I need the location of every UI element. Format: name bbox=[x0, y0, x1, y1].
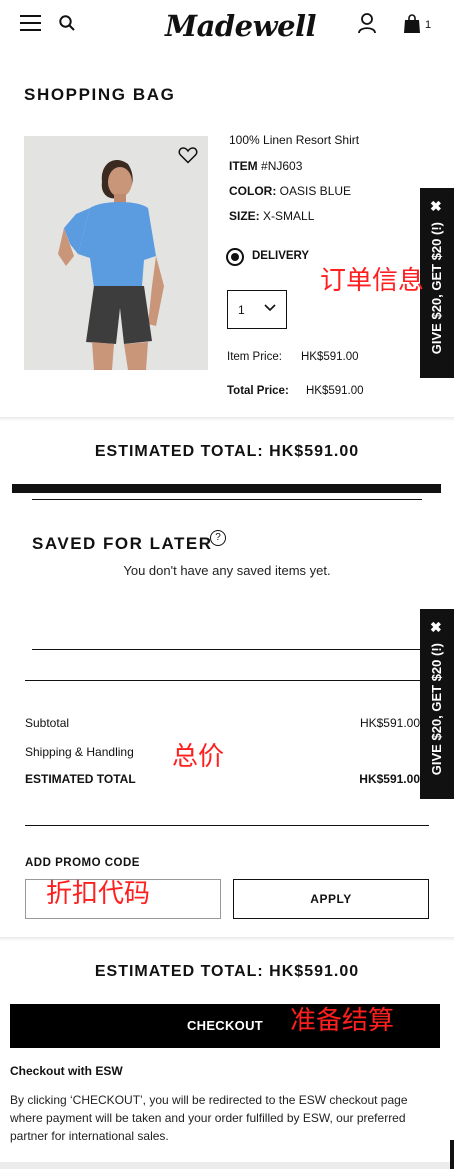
estimated-total-bottom: ESTIMATED TOTAL: HK$591.00 bbox=[94, 963, 360, 980]
product-size: SIZE: X-SMALL bbox=[229, 209, 314, 223]
heart-icon[interactable] bbox=[178, 146, 198, 164]
divider-line bbox=[32, 649, 422, 650]
estimated-total-top: ESTIMATED TOTAL: HK$591.00 bbox=[94, 443, 360, 460]
account-icon[interactable] bbox=[357, 12, 377, 34]
delivery-radio[interactable] bbox=[226, 248, 244, 266]
estimated-total-row: ESTIMATED TOTAL HK$591.00 bbox=[25, 772, 420, 786]
saved-empty-message: You don't have any saved items yet. bbox=[123, 563, 331, 578]
saved-for-later-title: SAVED FOR LATER bbox=[32, 534, 213, 553]
bag-count: 1 bbox=[425, 19, 432, 31]
referral-tab[interactable]: ✖ GIVE $20, GET $20 (!) bbox=[420, 609, 454, 799]
size-label: SIZE: bbox=[229, 209, 260, 223]
scroll-edge bbox=[450, 1140, 454, 1169]
chevron-down-icon bbox=[264, 304, 276, 312]
close-icon[interactable]: ✖ bbox=[430, 619, 442, 636]
subtotal-value: HK$591.00 bbox=[359, 716, 420, 730]
footer-strip bbox=[0, 1162, 454, 1169]
color-label: COLOR: bbox=[229, 184, 277, 198]
help-icon[interactable]: ? bbox=[210, 530, 226, 546]
shopping-bag-icon[interactable] bbox=[403, 14, 421, 34]
item-number: ITEM #NJ603 bbox=[229, 159, 302, 173]
item-price-row: Item Price: HK$591.00 bbox=[227, 351, 359, 363]
annotation-promo: 折扣代码 bbox=[46, 879, 151, 909]
search-icon[interactable] bbox=[58, 14, 76, 32]
quantity-value: 1 bbox=[238, 303, 245, 317]
item-label: ITEM bbox=[229, 159, 258, 173]
promo-code-label: ADD PROMO CODE bbox=[25, 857, 140, 869]
shipping-label: Shipping & Handling bbox=[25, 745, 134, 759]
item-value: #NJ603 bbox=[261, 159, 303, 173]
referral-tab-text[interactable]: GIVE $20, GET $20 (!) bbox=[429, 222, 444, 354]
product-color: COLOR: OASIS BLUE bbox=[229, 184, 351, 198]
estimated-total-value: HK$591.00 bbox=[359, 772, 420, 786]
page-title: SHOPPING BAG bbox=[24, 85, 176, 104]
item-price-value: HK$591.00 bbox=[301, 351, 359, 363]
close-icon[interactable]: ✖ bbox=[430, 198, 442, 215]
divider-bar bbox=[12, 484, 441, 493]
section-divider bbox=[0, 937, 454, 941]
model-photo bbox=[24, 136, 208, 370]
item-price-label: Item Price: bbox=[227, 351, 282, 363]
annotation-total: 总价 bbox=[172, 742, 225, 772]
total-price-label: Total Price: bbox=[227, 385, 289, 397]
quantity-select[interactable]: 1 bbox=[227, 290, 287, 329]
delivery-label: DELIVERY bbox=[252, 250, 310, 262]
annotation-checkout: 准备结算 bbox=[290, 1006, 395, 1036]
referral-tab[interactable]: ✖ GIVE $20, GET $20 (!) bbox=[420, 188, 454, 378]
color-value: OASIS BLUE bbox=[279, 184, 352, 198]
annotation-order-info: 订单信息 bbox=[320, 266, 425, 296]
referral-tab-text[interactable]: GIVE $20, GET $20 (!) bbox=[429, 643, 444, 775]
section-divider bbox=[0, 417, 454, 421]
site-header: Madewell 1 bbox=[0, 0, 454, 56]
esw-title: Checkout with ESW bbox=[10, 1064, 123, 1078]
product-image[interactable] bbox=[24, 136, 208, 370]
apply-button[interactable]: APPLY bbox=[233, 879, 429, 919]
esw-description: By clicking ‘CHECKOUT’, you will be redi… bbox=[10, 1093, 408, 1143]
menu-icon[interactable] bbox=[20, 15, 41, 32]
divider-line bbox=[25, 825, 429, 826]
total-price-value: HK$591.00 bbox=[306, 385, 364, 397]
size-value: X-SMALL bbox=[263, 209, 315, 223]
subtotal-row: Subtotal HK$591.00 bbox=[25, 716, 420, 730]
brand-logo[interactable]: Madewell bbox=[165, 9, 317, 43]
divider-line bbox=[32, 499, 422, 500]
subtotal-label: Subtotal bbox=[25, 716, 70, 730]
estimated-total-label: ESTIMATED TOTAL bbox=[25, 772, 136, 786]
total-price-row: Total Price: HK$591.00 bbox=[227, 385, 364, 397]
product-name[interactable]: 100% Linen Resort Shirt bbox=[229, 133, 359, 147]
divider-line bbox=[25, 680, 429, 681]
